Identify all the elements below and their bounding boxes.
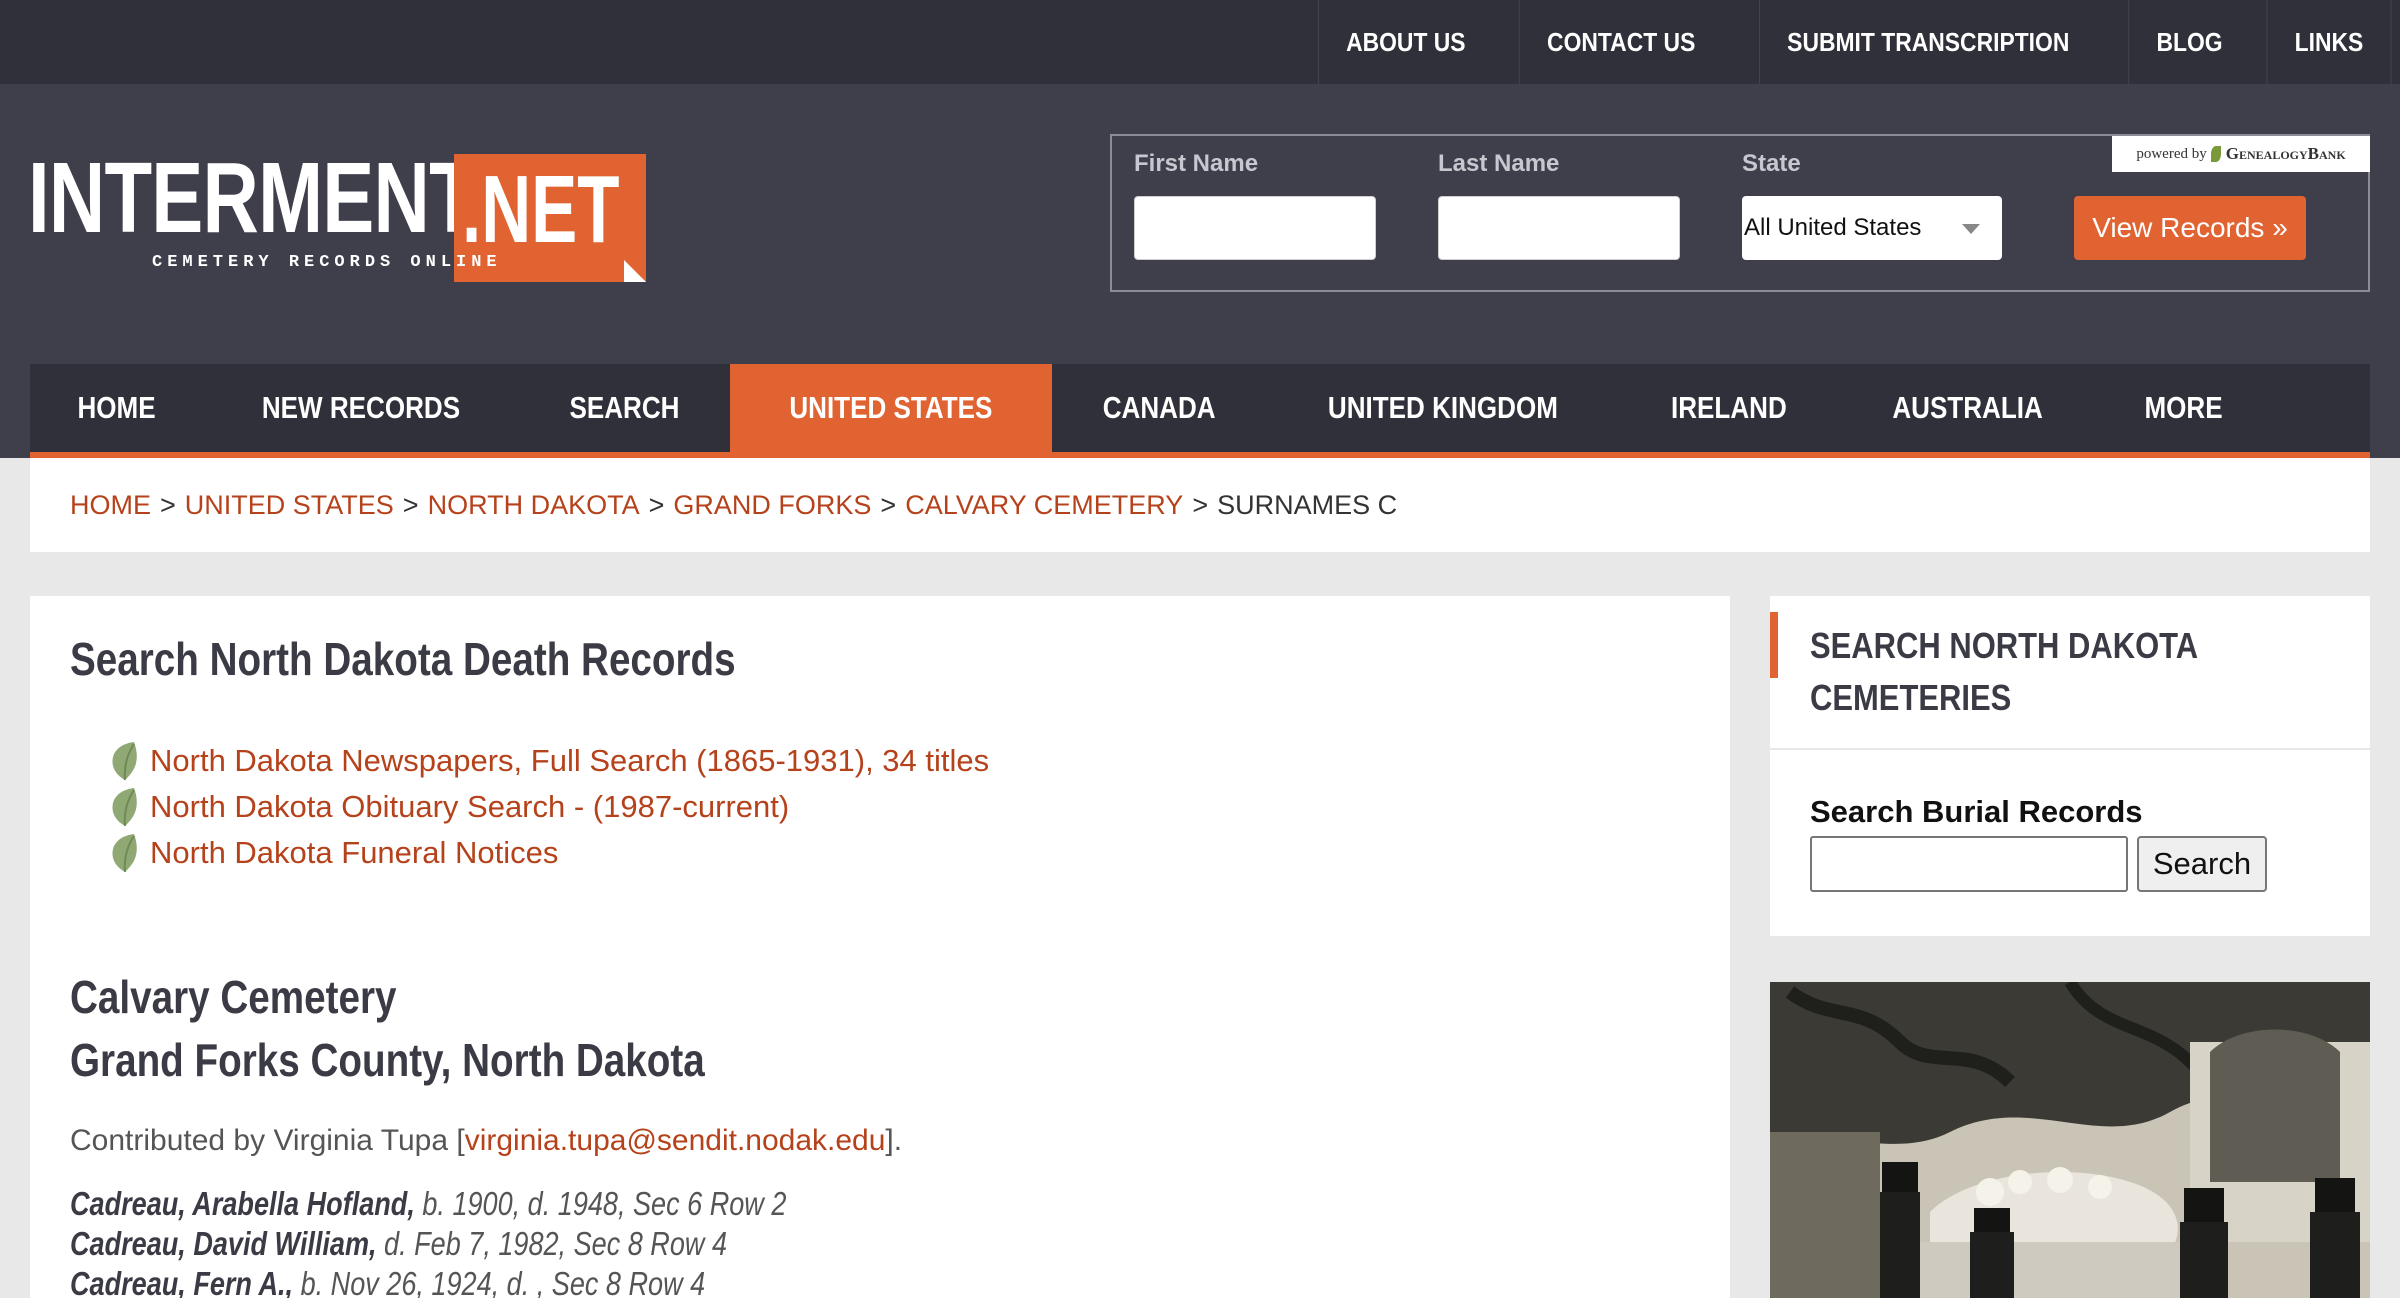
top-nav-submit-transcription[interactable]: SUBMIT TRANSCRIPTION	[1759, 0, 2097, 84]
logo-tagline: CEMETERY RECORDS ONLINE	[152, 253, 502, 272]
state-label: State	[1742, 150, 1801, 177]
funeral-photo	[1770, 982, 2370, 1298]
funeral-photo-image	[1770, 982, 2370, 1298]
contributor-suffix: ].	[885, 1124, 903, 1157]
list-item: North Dakota Newspapers, Full Search (18…	[108, 738, 989, 784]
record-row: Cadreau, Fern A., b. Nov 26, 1924, d. , …	[70, 1264, 786, 1298]
chevron-down-icon	[1962, 224, 1980, 234]
leaf-icon	[112, 834, 137, 873]
main-nav-ireland[interactable]: IRELAND	[1620, 364, 1838, 452]
nd-newspapers-link[interactable]: North Dakota Newspapers, Full Search (18…	[150, 743, 989, 779]
breadcrumb: HOME > UNITED STATES > NORTH DAKOTA > GR…	[30, 458, 2370, 552]
first-name-label: First Name	[1134, 150, 1259, 177]
breadcrumb-separator: >	[160, 489, 176, 520]
main-nav-more-label: MORE	[2144, 390, 2223, 425]
first-name-input[interactable]	[1134, 196, 1376, 260]
powered-by-badge[interactable]: powered by GenealogyBank	[2112, 136, 2370, 172]
main-nav-more[interactable]: MORE	[2097, 364, 2270, 452]
contributor-line: Contributed by Virginia Tupa [virginia.t…	[70, 1124, 902, 1158]
main-nav: HOME NEW RECORDS SEARCH UNITED STATES CA…	[30, 364, 2370, 452]
main-nav-search-label: SEARCH	[569, 390, 680, 425]
search-records-heading: Search North Dakota Death Records	[70, 633, 736, 685]
death-records-links: North Dakota Newspapers, Full Search (18…	[108, 738, 989, 876]
state-select[interactable]: All United States	[1742, 196, 2002, 260]
record-details: b. Nov 26, 1924, d. , Sec 8 Row 4	[293, 1265, 706, 1298]
nd-obituary-search-link[interactable]: North Dakota Obituary Search - (1987-cur…	[150, 789, 789, 825]
leaf-icon	[112, 742, 137, 781]
main-nav-australia-label: AUSTRALIA	[1891, 390, 2043, 425]
record-name: Cadreau, Arabella Hofland,	[70, 1185, 415, 1222]
genealogybank-logo-icon	[2210, 146, 2221, 162]
main-nav-canada[interactable]: CANADA	[1052, 364, 1266, 452]
contributor-prefix: Contributed by Virginia Tupa [	[70, 1124, 465, 1157]
record-row: Cadreau, Arabella Hofland, b. 1900, d. 1…	[70, 1184, 786, 1224]
breadcrumb-separator: >	[1192, 489, 1209, 520]
sidebar-heading-card: SEARCH NORTH DAKOTA CEMETERIES	[1770, 596, 2370, 748]
main-nav-new-records[interactable]: NEW RECORDS	[203, 364, 519, 452]
record-details: b. 1900, d. 1948, Sec 6 Row 2	[414, 1185, 787, 1222]
top-nav-about-us[interactable]: ABOUT US	[1317, 0, 1493, 84]
record-details: d. Feb 7, 1982, Sec 8 Row 4	[376, 1225, 728, 1262]
breadcrumb-separator: >	[880, 489, 897, 520]
logo-net-text: .NET	[462, 156, 620, 263]
main-nav-united-states[interactable]: UNITED STATES	[729, 364, 1052, 452]
state-select-value: All United States	[1744, 214, 1922, 241]
top-nav-contact-us[interactable]: CONTACT US	[1518, 0, 1723, 84]
cemetery-name: Calvary Cemetery	[70, 971, 397, 1023]
site-logo[interactable]: INTERMENT .NET CEMETERY RECORDS ONLINE	[28, 142, 646, 282]
nd-funeral-notices-link[interactable]: North Dakota Funeral Notices	[150, 835, 558, 871]
breadcrumb-grand-forks[interactable]: GRAND FORKS	[673, 490, 871, 521]
top-nav: ABOUT US CONTACT US SUBMIT TRANSCRIPTION…	[1306, 0, 2400, 84]
breadcrumb-current: SURNAMES C	[1217, 489, 1398, 520]
last-name-label: Last Name	[1438, 150, 1560, 177]
sidebar-burial-search: Search Burial Records Search	[1770, 750, 2370, 936]
main-nav-united-states-label: UNITED STATES	[789, 390, 993, 425]
breadcrumb-calvary-cemetery[interactable]: CALVARY CEMETERY	[905, 490, 1183, 521]
cemetery-heading: Calvary Cemetery Grand Forks County, Nor…	[70, 966, 705, 1092]
main-nav-united-kingdom[interactable]: UNITED KINGDOM	[1266, 364, 1620, 452]
powered-by-text: powered by	[2136, 145, 2207, 162]
leaf-icon	[112, 788, 137, 827]
breadcrumb-separator: >	[402, 489, 419, 520]
record-name: Cadreau, David William,	[70, 1225, 377, 1262]
view-records-button[interactable]: View Records »	[2074, 196, 2306, 260]
burial-search-label: Search Burial Records	[1810, 794, 2143, 829]
main-nav-united-kingdom-label: UNITED KINGDOM	[1327, 390, 1558, 425]
record-search-form: First Name Last Name State All United St…	[1110, 134, 2370, 292]
main-nav-new-records-label: NEW RECORDS	[261, 390, 461, 425]
main-nav-home-label: HOME	[77, 390, 156, 425]
main-nav-search[interactable]: SEARCH	[519, 364, 730, 452]
burial-search-button[interactable]: Search	[2137, 836, 2267, 892]
main-nav-ireland-label: IRELAND	[1670, 390, 1787, 425]
breadcrumb-separator: >	[648, 489, 665, 520]
main-nav-australia[interactable]: AUSTRALIA	[1838, 364, 2097, 452]
record-row: Cadreau, David William, d. Feb 7, 1982, …	[70, 1224, 786, 1264]
top-nav-blog[interactable]: BLOG	[2128, 0, 2250, 84]
logo-wordmark: INTERMENT	[28, 142, 477, 254]
breadcrumb-united-states[interactable]: UNITED STATES	[185, 490, 394, 521]
main-content: Search North Dakota Death Records North …	[30, 596, 1730, 1298]
breadcrumb-home[interactable]: HOME	[70, 490, 151, 521]
burial-search-input[interactable]	[1810, 836, 2128, 892]
main-nav-canada-label: CANADA	[1102, 390, 1216, 425]
sidebar-heading: SEARCH NORTH DAKOTA CEMETERIES	[1810, 625, 2197, 718]
powered-by-brand: GenealogyBank	[2225, 144, 2346, 163]
record-name: Cadreau, Fern A.,	[70, 1265, 294, 1298]
contributor-email-link[interactable]: virginia.tupa@sendit.nodak.edu	[465, 1124, 886, 1157]
cemetery-county: Grand Forks County, North Dakota	[70, 1034, 705, 1086]
list-item: North Dakota Obituary Search - (1987-cur…	[108, 784, 989, 830]
main-nav-home[interactable]: HOME	[30, 364, 203, 452]
last-name-input[interactable]	[1438, 196, 1680, 260]
list-item: North Dakota Funeral Notices	[108, 830, 989, 876]
top-utility-bar: ABOUT US CONTACT US SUBMIT TRANSCRIPTION…	[0, 0, 2400, 84]
top-nav-links[interactable]: LINKS	[2266, 0, 2392, 84]
burial-records-list: Cadreau, Arabella Hofland, b. 1900, d. 1…	[70, 1184, 944, 1298]
breadcrumb-north-dakota[interactable]: NORTH DAKOTA	[428, 490, 640, 521]
